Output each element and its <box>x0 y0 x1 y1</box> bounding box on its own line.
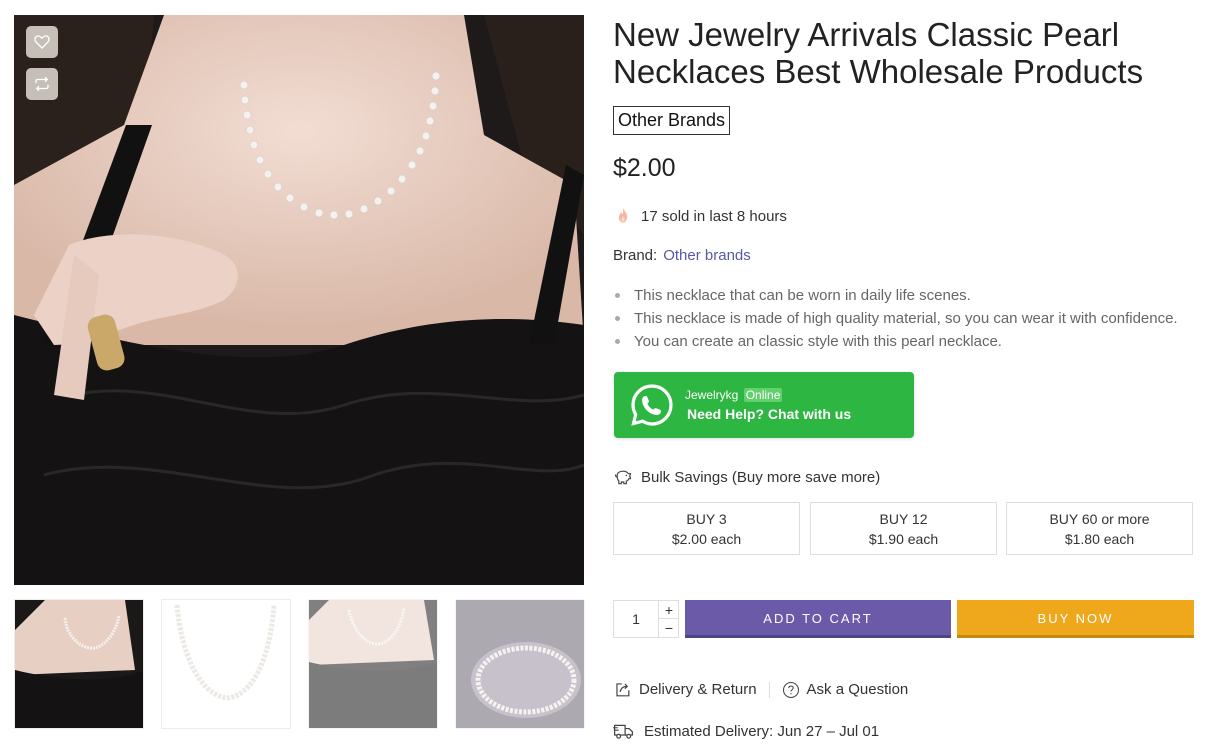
model-necklace-photo <box>14 15 584 585</box>
heart-icon <box>34 35 50 49</box>
feature-item: This necklace is made of high quality ma… <box>613 307 1178 330</box>
brand-link[interactable]: Other brands <box>663 247 751 264</box>
feature-list: This necklace that can be worn in daily … <box>613 284 1178 353</box>
divider <box>768 681 770 698</box>
quantity-increase-button[interactable]: + <box>658 601 679 619</box>
thumbnail-3[interactable] <box>308 599 438 729</box>
thumbnail-image <box>15 600 143 728</box>
product-title: New Jewelry Arrivals Classic Pearl Neckl… <box>613 16 1144 90</box>
thumbnail-image <box>162 600 290 728</box>
compare-button[interactable] <box>26 68 58 100</box>
ask-question-label: Ask a Question <box>806 681 909 698</box>
feature-item: You can create an classic style with thi… <box>613 330 1178 353</box>
tier-label: BUY 12 <box>879 511 928 527</box>
whatsapp-icon <box>631 384 673 426</box>
tier-label: BUY 3 <box>686 511 727 527</box>
thumbnail-1[interactable] <box>14 599 144 729</box>
estimated-delivery-text: Estimated Delivery: Jun 27 – Jul 01 <box>644 722 880 740</box>
brand-badge: Other Brands <box>613 106 731 135</box>
help-links: Delivery & Return Ask a Question <box>613 680 908 699</box>
feature-item: This necklace that can be worn in daily … <box>613 284 1178 307</box>
bulk-savings-heading: Bulk Savings (Buy more save more) <box>613 467 880 487</box>
brand-label: Brand: <box>613 247 658 264</box>
sold-text: 17 sold in last 8 hours <box>641 207 787 225</box>
delivery-return-link[interactable]: Delivery & Return <box>613 680 757 699</box>
thumbnail-2[interactable] <box>161 599 291 729</box>
buy-now-button[interactable]: BUY NOW <box>957 600 1194 638</box>
bulk-tier-12[interactable]: BUY 12 $1.90 each <box>810 502 997 555</box>
quantity-input[interactable]: 1 <box>614 601 658 637</box>
online-status-badge: Online <box>743 388 783 402</box>
bulk-savings-title: Bulk Savings (Buy more save more) <box>641 468 881 486</box>
quantity-stepper: 1 + − <box>613 600 679 638</box>
estimated-delivery: Estimated Delivery: Jun 27 – Jul 01 <box>613 722 879 740</box>
thumbnail-strip <box>14 599 585 729</box>
truck-icon <box>613 724 633 739</box>
brand-row: Brand: Other brands <box>613 247 751 264</box>
product-price: $2.00 <box>613 154 676 182</box>
thumbnail-4[interactable] <box>455 599 585 729</box>
tier-price: $1.80 each <box>1064 531 1135 547</box>
bulk-tier-3[interactable]: BUY 3 $2.00 each <box>613 502 800 555</box>
tier-price: $2.00 each <box>671 531 742 547</box>
thumbnail-image <box>309 600 437 728</box>
wishlist-button[interactable] <box>26 26 58 58</box>
delivery-return-label: Delivery & Return <box>639 681 757 698</box>
quantity-decrease-button[interactable]: − <box>658 619 679 637</box>
main-product-image[interactable] <box>14 15 584 585</box>
piggy-bank-icon <box>614 470 632 485</box>
share-box-icon <box>616 683 630 697</box>
sold-counter: 17 sold in last 8 hours <box>613 206 787 226</box>
ask-question-link[interactable]: Ask a Question <box>782 681 909 699</box>
whatsapp-agent: Jewelrykg Online <box>685 388 783 402</box>
whatsapp-chat-button[interactable]: Jewelrykg Online Need Help? Chat with us <box>614 372 914 438</box>
question-circle-icon <box>782 681 799 698</box>
tier-price: $1.90 each <box>868 531 939 547</box>
whatsapp-agent-name: Jewelrykg <box>685 388 739 402</box>
thumbnail-image <box>456 600 584 728</box>
tier-label: BUY 60 or more <box>1049 511 1150 527</box>
bulk-tier-60[interactable]: BUY 60 or more $1.80 each <box>1006 502 1193 555</box>
compare-arrows-icon <box>35 76 49 92</box>
flame-icon <box>618 207 628 223</box>
add-to-cart-button[interactable]: ADD TO CART <box>685 600 951 638</box>
whatsapp-cta-text: Need Help? Chat with us <box>687 406 852 422</box>
